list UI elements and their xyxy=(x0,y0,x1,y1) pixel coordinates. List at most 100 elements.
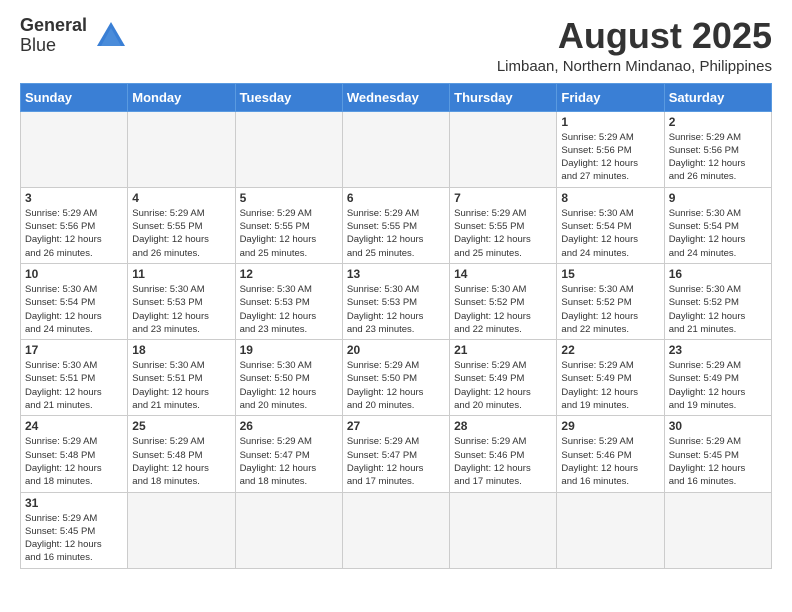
week-row-1: 1 Sunrise: 5:29 AM Sunset: 5:56 PM Daylig… xyxy=(21,111,772,187)
day-number: 19 xyxy=(240,343,338,357)
calendar-cell: 3 Sunrise: 5:29 AM Sunset: 5:56 PM Daylig… xyxy=(21,187,128,263)
day-info: Sunrise: 5:29 AM Sunset: 5:55 PM Dayligh… xyxy=(347,207,445,260)
calendar-cell xyxy=(128,492,235,568)
day-info: Sunrise: 5:29 AM Sunset: 5:56 PM Dayligh… xyxy=(25,207,123,260)
logo-text: GeneralBlue xyxy=(20,16,87,56)
day-info: Sunrise: 5:29 AM Sunset: 5:46 PM Dayligh… xyxy=(561,435,659,488)
calendar-cell: 15 Sunrise: 5:30 AM Sunset: 5:52 PM Dayli… xyxy=(557,263,664,339)
week-row-4: 17Sunrise: 5:30 AM Sunset: 5:51 PM Dayli… xyxy=(21,340,772,416)
day-info: Sunrise: 5:30 AM Sunset: 5:52 PM Dayligh… xyxy=(561,283,659,336)
day-number: 28 xyxy=(454,419,552,433)
day-number: 14 xyxy=(454,267,552,281)
day-number: 13 xyxy=(347,267,445,281)
calendar-cell: 10Sunrise: 5:30 AM Sunset: 5:54 PM Dayli… xyxy=(21,263,128,339)
calendar-cell: 16Sunrise: 5:30 AM Sunset: 5:52 PM Dayli… xyxy=(664,263,771,339)
day-info: Sunrise: 5:29 AM Sunset: 5:47 PM Dayligh… xyxy=(347,435,445,488)
calendar-cell xyxy=(664,492,771,568)
day-number: 8 xyxy=(561,191,659,205)
week-row-6: 31 Sunrise: 5:29 AM Sunset: 5:45 PM Dayli… xyxy=(21,492,772,568)
calendar-cell xyxy=(21,111,128,187)
title-area: August 2025 Limbaan, Northern Mindanao, … xyxy=(497,16,772,75)
day-info: Sunrise: 5:30 AM Sunset: 5:51 PM Dayligh… xyxy=(25,359,123,412)
weekday-header-row: SundayMondayTuesdayWednesdayThursdayFrid… xyxy=(21,83,772,111)
week-row-2: 3 Sunrise: 5:29 AM Sunset: 5:56 PM Daylig… xyxy=(21,187,772,263)
week-row-3: 10Sunrise: 5:30 AM Sunset: 5:54 PM Dayli… xyxy=(21,263,772,339)
day-info: Sunrise: 5:29 AM Sunset: 5:49 PM Dayligh… xyxy=(669,359,767,412)
day-info: Sunrise: 5:30 AM Sunset: 5:54 PM Dayligh… xyxy=(669,207,767,260)
day-number: 2 xyxy=(669,115,767,129)
week-row-5: 24 Sunrise: 5:29 AM Sunset: 5:48 PM Dayli… xyxy=(21,416,772,492)
day-info: Sunrise: 5:30 AM Sunset: 5:52 PM Dayligh… xyxy=(669,283,767,336)
day-number: 25 xyxy=(132,419,230,433)
header-wednesday: Wednesday xyxy=(342,83,449,111)
header-thursday: Thursday xyxy=(450,83,557,111)
month-year: August 2025 xyxy=(497,16,772,56)
day-number: 20 xyxy=(347,343,445,357)
day-info: Sunrise: 5:30 AM Sunset: 5:54 PM Dayligh… xyxy=(561,207,659,260)
day-number: 26 xyxy=(240,419,338,433)
calendar-cell: 12 Sunrise: 5:30 AM Sunset: 5:53 PM Dayli… xyxy=(235,263,342,339)
calendar-cell: 31 Sunrise: 5:29 AM Sunset: 5:45 PM Dayli… xyxy=(21,492,128,568)
day-info: Sunrise: 5:30 AM Sunset: 5:53 PM Dayligh… xyxy=(347,283,445,336)
day-number: 21 xyxy=(454,343,552,357)
logo-icon xyxy=(93,18,129,54)
calendar-cell: 7Sunrise: 5:29 AM Sunset: 5:55 PM Daylig… xyxy=(450,187,557,263)
day-info: Sunrise: 5:30 AM Sunset: 5:52 PM Dayligh… xyxy=(454,283,552,336)
day-number: 18 xyxy=(132,343,230,357)
location: Limbaan, Northern Mindanao, Philippines xyxy=(497,58,772,75)
day-info: Sunrise: 5:29 AM Sunset: 5:48 PM Dayligh… xyxy=(25,435,123,488)
day-number: 4 xyxy=(132,191,230,205)
day-number: 24 xyxy=(25,419,123,433)
day-info: Sunrise: 5:30 AM Sunset: 5:50 PM Dayligh… xyxy=(240,359,338,412)
calendar-cell: 23Sunrise: 5:29 AM Sunset: 5:49 PM Dayli… xyxy=(664,340,771,416)
day-number: 1 xyxy=(561,115,659,129)
day-info: Sunrise: 5:29 AM Sunset: 5:55 PM Dayligh… xyxy=(240,207,338,260)
calendar-cell: 22 Sunrise: 5:29 AM Sunset: 5:49 PM Dayli… xyxy=(557,340,664,416)
calendar-cell: 18 Sunrise: 5:30 AM Sunset: 5:51 PM Dayli… xyxy=(128,340,235,416)
header: GeneralBlue August 2025 Limbaan, Norther… xyxy=(20,16,772,75)
header-monday: Monday xyxy=(128,83,235,111)
day-info: Sunrise: 5:29 AM Sunset: 5:47 PM Dayligh… xyxy=(240,435,338,488)
day-info: Sunrise: 5:29 AM Sunset: 5:50 PM Dayligh… xyxy=(347,359,445,412)
calendar-cell: 13 Sunrise: 5:30 AM Sunset: 5:53 PM Dayli… xyxy=(342,263,449,339)
calendar-cell: 29Sunrise: 5:29 AM Sunset: 5:46 PM Dayli… xyxy=(557,416,664,492)
day-info: Sunrise: 5:29 AM Sunset: 5:49 PM Dayligh… xyxy=(454,359,552,412)
calendar-cell: 25Sunrise: 5:29 AM Sunset: 5:48 PM Dayli… xyxy=(128,416,235,492)
day-info: Sunrise: 5:29 AM Sunset: 5:56 PM Dayligh… xyxy=(669,131,767,184)
calendar-cell xyxy=(235,492,342,568)
calendar: SundayMondayTuesdayWednesdayThursdayFrid… xyxy=(20,83,772,569)
day-info: Sunrise: 5:29 AM Sunset: 5:46 PM Dayligh… xyxy=(454,435,552,488)
day-number: 15 xyxy=(561,267,659,281)
day-info: Sunrise: 5:29 AM Sunset: 5:55 PM Dayligh… xyxy=(132,207,230,260)
calendar-cell: 26 Sunrise: 5:29 AM Sunset: 5:47 PM Dayli… xyxy=(235,416,342,492)
header-friday: Friday xyxy=(557,83,664,111)
day-info: Sunrise: 5:30 AM Sunset: 5:53 PM Dayligh… xyxy=(240,283,338,336)
calendar-cell: 5 Sunrise: 5:29 AM Sunset: 5:55 PM Daylig… xyxy=(235,187,342,263)
calendar-cell: 19 Sunrise: 5:30 AM Sunset: 5:50 PM Dayli… xyxy=(235,340,342,416)
calendar-cell: 14 Sunrise: 5:30 AM Sunset: 5:52 PM Dayli… xyxy=(450,263,557,339)
day-info: Sunrise: 5:29 AM Sunset: 5:45 PM Dayligh… xyxy=(669,435,767,488)
calendar-cell xyxy=(128,111,235,187)
day-number: 3 xyxy=(25,191,123,205)
day-info: Sunrise: 5:29 AM Sunset: 5:56 PM Dayligh… xyxy=(561,131,659,184)
calendar-cell: 17Sunrise: 5:30 AM Sunset: 5:51 PM Dayli… xyxy=(21,340,128,416)
day-number: 12 xyxy=(240,267,338,281)
calendar-cell: 1 Sunrise: 5:29 AM Sunset: 5:56 PM Daylig… xyxy=(557,111,664,187)
day-number: 22 xyxy=(561,343,659,357)
calendar-cell: 6Sunrise: 5:29 AM Sunset: 5:55 PM Daylig… xyxy=(342,187,449,263)
calendar-cell xyxy=(235,111,342,187)
day-info: Sunrise: 5:30 AM Sunset: 5:54 PM Dayligh… xyxy=(25,283,123,336)
day-number: 9 xyxy=(669,191,767,205)
day-number: 11 xyxy=(132,267,230,281)
day-info: Sunrise: 5:29 AM Sunset: 5:49 PM Dayligh… xyxy=(561,359,659,412)
header-sunday: Sunday xyxy=(21,83,128,111)
day-info: Sunrise: 5:29 AM Sunset: 5:45 PM Dayligh… xyxy=(25,512,123,565)
calendar-cell: 11Sunrise: 5:30 AM Sunset: 5:53 PM Dayli… xyxy=(128,263,235,339)
day-info: Sunrise: 5:30 AM Sunset: 5:51 PM Dayligh… xyxy=(132,359,230,412)
day-info: Sunrise: 5:29 AM Sunset: 5:55 PM Dayligh… xyxy=(454,207,552,260)
day-number: 5 xyxy=(240,191,338,205)
day-number: 31 xyxy=(25,496,123,510)
calendar-cell: 24 Sunrise: 5:29 AM Sunset: 5:48 PM Dayli… xyxy=(21,416,128,492)
day-number: 27 xyxy=(347,419,445,433)
day-number: 30 xyxy=(669,419,767,433)
